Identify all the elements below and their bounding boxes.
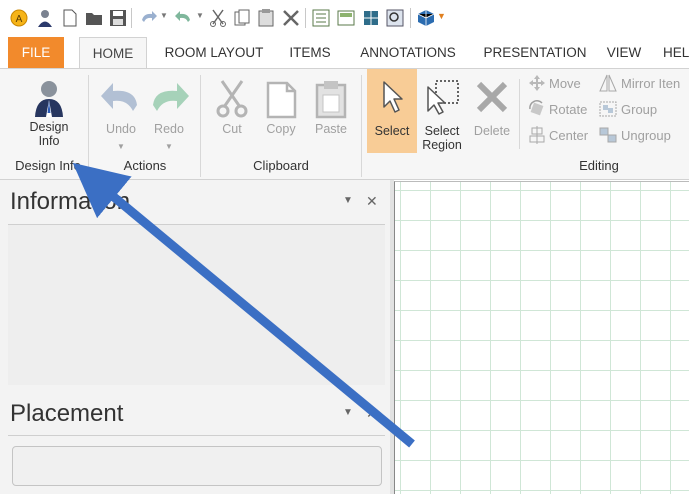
redo-icon <box>153 83 189 111</box>
paste-icon <box>315 81 347 119</box>
group-icon <box>599 101 617 117</box>
redo-label: Redo <box>154 122 184 136</box>
undo-label: Undo <box>106 122 136 136</box>
select-region-label-1: Select <box>424 124 460 138</box>
design-canvas-grid[interactable] <box>394 181 689 494</box>
select-region-icon <box>427 80 459 115</box>
move-button[interactable]: Move <box>528 74 581 94</box>
ribbon-tab-bar: FILE HOME ROOM LAYOUT ITEMS ANNOTATIONS … <box>0 37 689 69</box>
redo-small-icon[interactable] <box>174 8 194 28</box>
save-icon[interactable] <box>108 8 128 28</box>
new-file-icon[interactable] <box>60 8 80 28</box>
rotate-button[interactable]: Rotate <box>528 100 587 120</box>
redo-chevron-icon: ▼ <box>165 142 173 151</box>
paste-label: Paste <box>315 122 347 136</box>
paste-button[interactable]: Paste <box>308 79 354 151</box>
center-button[interactable]: Center <box>528 126 588 146</box>
cut-label: Cut <box>222 122 242 136</box>
select-button[interactable]: Select <box>367 69 417 153</box>
svg-text:A: A <box>16 14 23 25</box>
undo-dropdown-icon[interactable]: ▼ <box>160 11 168 20</box>
undo-chevron-icon: ▼ <box>117 142 125 151</box>
rotate-icon <box>529 100 544 116</box>
delete-button[interactable]: Delete <box>469 79 515 151</box>
ribbon-home: Design Info Design Info Undo ▼ Redo ▼ Ac… <box>0 68 689 180</box>
select-cursor-icon <box>383 81 403 113</box>
copy-icon <box>266 81 297 119</box>
cut-icon <box>216 80 248 118</box>
select-region-label-2: Region <box>422 138 462 152</box>
group-label-editing: Editing <box>579 158 619 173</box>
quick-access-toolbar: A ▼ ▼ ▼ <box>0 0 689 37</box>
select-region-button[interactable]: Select Region <box>419 79 465 159</box>
list-view-icon[interactable] <box>311 8 331 28</box>
design-info-small-icon[interactable] <box>35 8 55 28</box>
tab-presentation[interactable]: PRESENTATION <box>480 37 590 68</box>
delete-icon <box>476 81 508 113</box>
group-label: Group <box>621 102 658 117</box>
delete-label: Delete <box>473 124 511 138</box>
information-panel-close-icon[interactable]: ✕ <box>366 193 378 210</box>
design-info-icon <box>35 81 63 117</box>
open-folder-icon[interactable] <box>84 8 104 28</box>
group-button[interactable]: Group <box>598 100 657 120</box>
cut-small-icon[interactable] <box>208 8 228 28</box>
tab-view[interactable]: VIEW <box>602 37 646 68</box>
tab-help[interactable]: HEL <box>663 37 689 68</box>
redo-dropdown-icon[interactable]: ▼ <box>196 11 204 20</box>
center-icon <box>529 126 545 144</box>
ungroup-label: Ungroup <box>621 128 671 143</box>
design-info-label-1: Design <box>29 120 69 134</box>
redo-button[interactable]: Redo ▼ <box>146 79 192 159</box>
customize-toolbar-dropdown-icon[interactable]: ▼ <box>437 11 446 21</box>
undo-icon <box>101 83 137 111</box>
design-info-button[interactable]: Design Info <box>18 79 80 153</box>
copy-button[interactable]: Copy <box>258 79 304 151</box>
design-info-label-2: Info <box>38 134 60 148</box>
tab-home[interactable]: HOME <box>79 37 147 69</box>
app-window: A ▼ ▼ ▼ FILE HOME ROOM LAYOUT ITEMS ANNO… <box>0 0 689 494</box>
layout-tool-icon[interactable] <box>361 8 381 28</box>
center-label: Center <box>549 128 589 143</box>
mirror-icon <box>599 74 617 92</box>
tab-room-layout[interactable]: ROOM LAYOUT <box>158 37 270 68</box>
ungroup-icon <box>599 127 617 143</box>
placement-panel-close-icon[interactable]: ✕ <box>366 405 378 422</box>
group-label-design-info: Design Info <box>15 158 81 173</box>
undo-button[interactable]: Undo ▼ <box>98 79 144 159</box>
placement-panel-title: Placement <box>10 400 124 427</box>
mirror-items-label: Mirror Iten <box>621 76 681 91</box>
copy-small-icon[interactable] <box>232 8 252 28</box>
zoom-tool-icon[interactable] <box>385 8 405 28</box>
3d-view-icon[interactable] <box>416 8 436 28</box>
undo-small-icon[interactable] <box>138 8 158 28</box>
information-panel-body <box>8 224 385 385</box>
tab-file[interactable]: FILE <box>8 37 64 68</box>
information-panel-dropdown-icon[interactable]: ▼ <box>343 195 353 206</box>
app-logo-icon: A <box>10 9 28 27</box>
move-label: Move <box>549 76 581 91</box>
group-label-clipboard: Clipboard <box>253 158 309 173</box>
mirror-items-button[interactable]: Mirror Iten <box>598 74 680 94</box>
information-panel-title: Information <box>10 188 131 215</box>
placement-panel-divider <box>8 435 385 437</box>
paste-small-icon[interactable] <box>256 8 276 28</box>
placement-panel-dropdown-icon[interactable]: ▼ <box>343 407 353 418</box>
select-label: Select <box>374 124 410 138</box>
panel-view-icon[interactable] <box>336 8 356 28</box>
rotate-label: Rotate <box>549 102 588 117</box>
ungroup-button[interactable]: Ungroup <box>598 126 671 146</box>
placement-field[interactable] <box>12 446 382 486</box>
tab-items[interactable]: ITEMS <box>283 37 337 68</box>
group-label-actions: Actions <box>123 158 167 173</box>
delete-small-icon[interactable] <box>281 8 301 28</box>
move-icon <box>529 75 545 91</box>
tab-annotations[interactable]: ANNOTATIONS <box>353 37 463 68</box>
copy-label: Copy <box>266 122 296 136</box>
cut-button[interactable]: Cut <box>210 79 254 151</box>
